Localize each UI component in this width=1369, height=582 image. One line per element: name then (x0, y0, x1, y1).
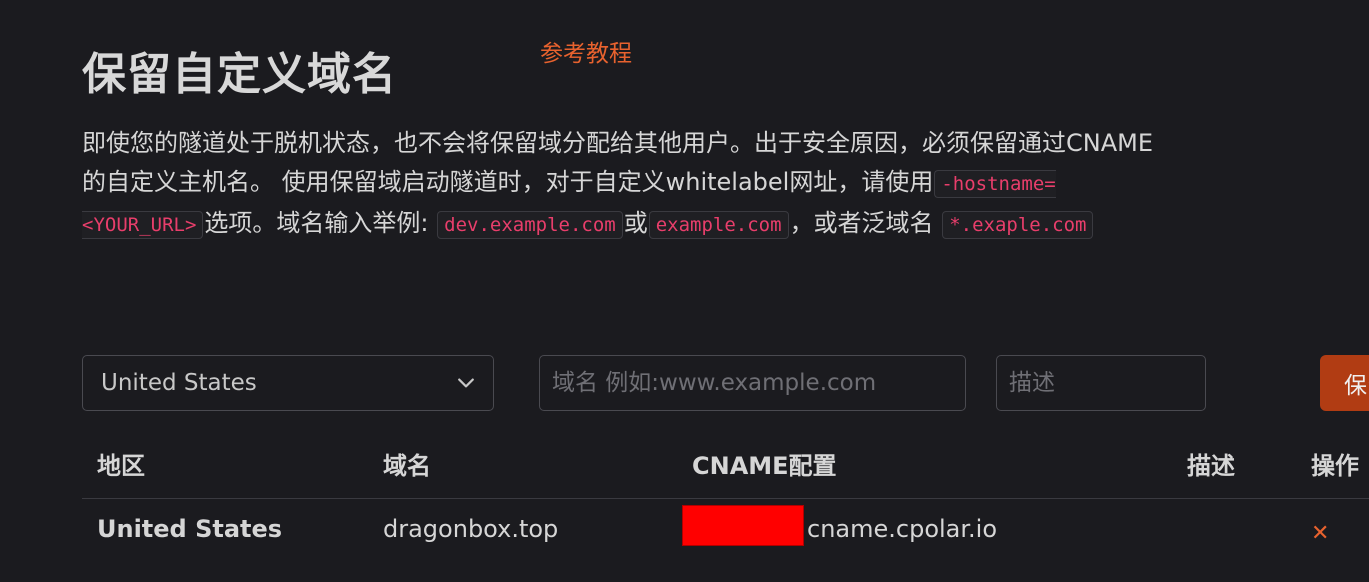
description-text-3: 或 (623, 209, 648, 237)
close-icon[interactable]: ✕ (1311, 522, 1329, 546)
column-header-region: 地区 (97, 452, 145, 480)
description-text-2: 选项。域名输入举例: (204, 209, 429, 237)
tutorial-link[interactable]: 参考教程 (540, 34, 632, 68)
example-code-subdomain: dev.example.com (437, 211, 623, 239)
page-title: 保留自定义域名 (82, 49, 397, 100)
redaction-box (682, 505, 804, 546)
example-code-wildcard: *.exaple.com (942, 211, 1094, 239)
example-code-domain: example.com (648, 211, 789, 239)
description-input[interactable] (996, 355, 1206, 411)
column-header-cname: CNAME配置 (692, 452, 837, 480)
description-text-4: ，或者泛域名 (789, 209, 934, 237)
description: 即使您的隧道处于脱机状态，也不会将保留域分配给其他用户。出于安全原因，必须保留通… (82, 124, 1172, 245)
row-domain: dragonbox.top (383, 515, 559, 543)
column-header-actions: 操作 (1311, 452, 1359, 480)
column-header-domain: 域名 (383, 452, 431, 480)
chevron-down-icon (458, 378, 474, 388)
region-select[interactable]: United States (82, 355, 494, 411)
row-cname: cname.cpolar.io (807, 515, 998, 543)
column-header-description: 描述 (1187, 452, 1235, 480)
page: 保留自定义域名 参考教程 即使您的隧道处于脱机状态，也不会将保留域分配给其他用户… (0, 0, 1369, 582)
table-header-divider (82, 498, 1369, 499)
reserve-button[interactable]: 保留 (1320, 355, 1369, 411)
row-region: United States (97, 515, 283, 543)
region-select-value: United States (101, 370, 257, 396)
domain-input[interactable] (539, 355, 966, 411)
